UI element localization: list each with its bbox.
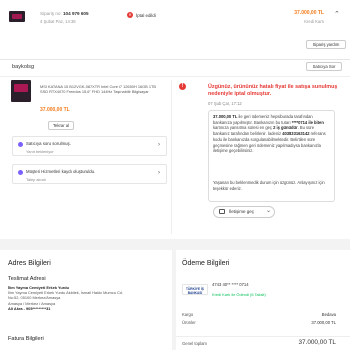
address-heading: Adres Bilgileri — [8, 260, 51, 267]
status-item-support[interactable]: Müşteri Hizmetleri kaydı oluşturuldu. Ta… — [12, 164, 167, 184]
shipping-label: Kargo — [182, 312, 194, 317]
status-dot-icon — [18, 142, 23, 147]
notice-apology: Yaşanan bu beklenmedik durum için üzgünü… — [213, 180, 325, 191]
card-ending: ****0714 ile biten — [291, 119, 324, 125]
seller-name[interactable]: baykolsg — [12, 64, 34, 70]
order-number-row: Sipariş no: 104 979 605 — [40, 11, 89, 16]
delivery-contact: Ali Akra - 905*********31 — [8, 305, 51, 311]
order-summary-card — [0, 0, 350, 60]
status-item-title: Satıcıya soru sorulmuş. — [26, 141, 71, 146]
chevron-right-icon: › — [158, 142, 160, 148]
contact-button-label[interactable]: İletişime geç — [229, 209, 254, 214]
status-item-title: Müşteri Hizmetleri kaydı oluşturuldu. — [26, 169, 96, 174]
status-dot-icon — [18, 170, 23, 175]
total-label: Genel toplam — [182, 341, 207, 346]
status-item-question[interactable]: Satıcıya soru sorulmuş. Yanıt bekleniyor… — [12, 136, 167, 156]
notice-title: Üzgünüz, ürününüz hatalı fiyat ile satış… — [208, 84, 338, 97]
order-product-thumbnail — [9, 11, 25, 22]
reorder-button[interactable]: Tekrar al — [48, 121, 74, 130]
chevron-up-icon[interactable]: ⌃ — [334, 10, 340, 18]
total-value: 37.000,00 TL — [298, 339, 336, 346]
refund-days: 2 iş günüdür — [273, 125, 298, 131]
order-payment-kind: Kredi Kartı — [304, 19, 324, 24]
card-number: 4743 40** **** 0714 — [212, 282, 249, 287]
invoice-title: Fatura Bilgileri — [8, 336, 44, 342]
warning-icon: ! — [179, 83, 186, 90]
product-name[interactable]: MSI KATANA 15 B12VGK-087XTR Intel Core i… — [40, 84, 158, 95]
notice-text: kartınıza yansıtma süresi en geç — [213, 125, 274, 131]
order-status: İptal edildi — [136, 13, 156, 18]
delivery-address: İlim Yayma Cemiyeti Erkek Yurdu İlim Yay… — [8, 285, 158, 311]
column-divider — [171, 80, 172, 234]
products-value: 37.000,00 TL — [311, 320, 336, 325]
products-label: Ürünler — [182, 320, 196, 325]
delivery-address-title: Teslimat Adresi — [8, 276, 46, 282]
cancel-status-icon: ✕ — [127, 12, 133, 18]
card-payment-kind: Kredi Kartı ile Ödendi (6 Taksit) — [212, 292, 266, 297]
chevron-right-icon: › — [158, 170, 160, 176]
chevron-down-icon[interactable]: ⌄ — [266, 207, 271, 214]
status-item-subtitle: Yanıt bekleniyor — [26, 149, 54, 154]
order-number: 104 979 605 — [63, 11, 89, 16]
product-price: 37.000,00 TL — [40, 107, 70, 113]
shipping-value: Bedava — [321, 312, 336, 317]
order-price: 37.000,00 TL — [294, 10, 324, 16]
refund-amount: 37.000,00 TL — [213, 114, 238, 119]
product-image[interactable] — [11, 80, 31, 102]
bank-logo-text: TÜRKİYE İŞ BANKASI — [186, 287, 204, 295]
message-icon — [219, 209, 225, 214]
refund-reference: 403833163142 — [282, 131, 310, 137]
order-date: 4 Şubat Paz, 14:38 — [40, 19, 76, 24]
order-help-button[interactable]: Sipariş yardım — [306, 40, 346, 49]
payment-heading: Ödeme Bilgileri — [182, 260, 230, 267]
status-item-subtitle: Talep alındı — [26, 177, 46, 182]
notice-date: 07 Şub Çar, 17:12 — [208, 101, 242, 106]
ask-seller-button[interactable]: Satıcıya Sor — [306, 62, 342, 71]
notice-message: 37.000,00 TL ile geri ödemeniz hepsibura… — [213, 114, 331, 154]
order-number-label: Sipariş no: — [40, 11, 62, 16]
divider — [0, 76, 350, 77]
